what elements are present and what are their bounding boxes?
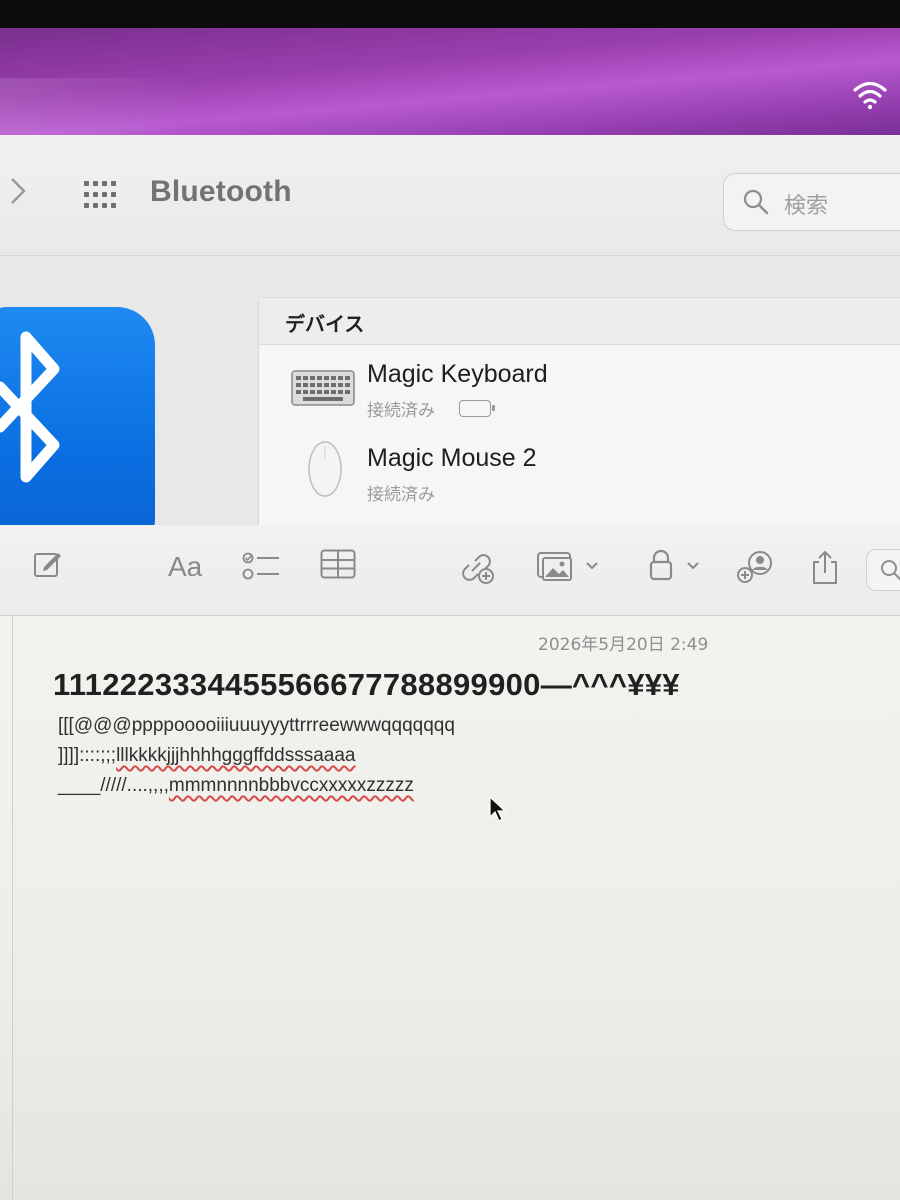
misspelled-word: lllkkkkjjjhhhhgggffddsssaaaa — [116, 745, 356, 766]
checklist-icon[interactable] — [242, 549, 282, 583]
mouse-icon — [308, 441, 342, 497]
all-settings-grid-icon[interactable] — [82, 179, 122, 211]
keyboard-icon — [291, 370, 355, 406]
device-status: 接続済み — [367, 401, 435, 421]
misspelled-word: mmmnnnnbbbvccxxxxxzzzzz — [168, 775, 414, 796]
forward-chevron-icon[interactable] — [6, 175, 30, 207]
notes-search-field[interactable] — [866, 549, 900, 591]
notes-window: Aa 2026年5月20日 2:49 111222333445556667778… — [0, 525, 900, 1200]
table-icon[interactable] — [320, 549, 356, 579]
bluetooth-settings-window: Bluetooth 検索 デバイス Magic Keyboard 接続済み Ma… — [0, 135, 900, 557]
device-row-mouse[interactable]: Magic Mouse 2 接続済み — [259, 434, 900, 514]
bluetooth-app-icon — [0, 307, 155, 557]
settings-titlebar: Bluetooth 検索 — [0, 135, 900, 256]
format-button[interactable]: Aa — [168, 551, 202, 583]
devices-header: デバイス — [259, 298, 900, 345]
screen-bezel — [0, 0, 900, 28]
notes-toolbar: Aa — [0, 525, 900, 616]
device-name: Magic Mouse 2 — [367, 444, 537, 472]
lock-icon[interactable] — [648, 549, 706, 583]
desktop-wallpaper — [0, 28, 900, 150]
device-name: Magic Keyboard — [367, 360, 548, 388]
note-line-1: 1112223334455566677788899900—^^^¥¥¥ — [53, 667, 680, 702]
search-field[interactable]: 検索 — [723, 173, 900, 231]
devices-list: デバイス Magic Keyboard 接続済み Magic Mouse 2 接… — [258, 297, 900, 534]
mouse-pointer-icon — [489, 795, 507, 822]
note-line-2: [[[@@@ppppooooiiiuuuyyyttrrreewwwqqqqqqq — [58, 715, 455, 736]
share-people-icon[interactable] — [736, 549, 776, 585]
note-editor[interactable]: 2026年5月20日 2:49 111222333445556667778889… — [12, 615, 900, 1200]
wifi-icon[interactable] — [852, 76, 888, 112]
search-icon — [743, 189, 769, 215]
share-icon[interactable] — [810, 549, 840, 585]
search-icon — [881, 560, 900, 581]
compose-icon[interactable] — [32, 549, 64, 581]
search-placeholder: 検索 — [784, 194, 829, 219]
collaborate-link-icon[interactable] — [460, 549, 496, 585]
note-line-3: ]]]]::::;;;lllkkkkjjjhhhhgggffddsssaaaa — [58, 745, 356, 766]
media-insert-icon[interactable] — [536, 549, 604, 583]
note-date: 2026年5月20日 2:49 — [538, 635, 709, 655]
note-line-4: ____/////....,,,,mmmnnnnbbbvccxxxxxzzzzz — [58, 775, 414, 796]
battery-icon — [459, 400, 495, 417]
bluetooth-icon — [0, 331, 60, 483]
device-row-keyboard[interactable]: Magic Keyboard 接続済み — [259, 350, 900, 430]
window-title: Bluetooth — [150, 175, 292, 208]
device-status: 接続済み — [367, 485, 435, 505]
